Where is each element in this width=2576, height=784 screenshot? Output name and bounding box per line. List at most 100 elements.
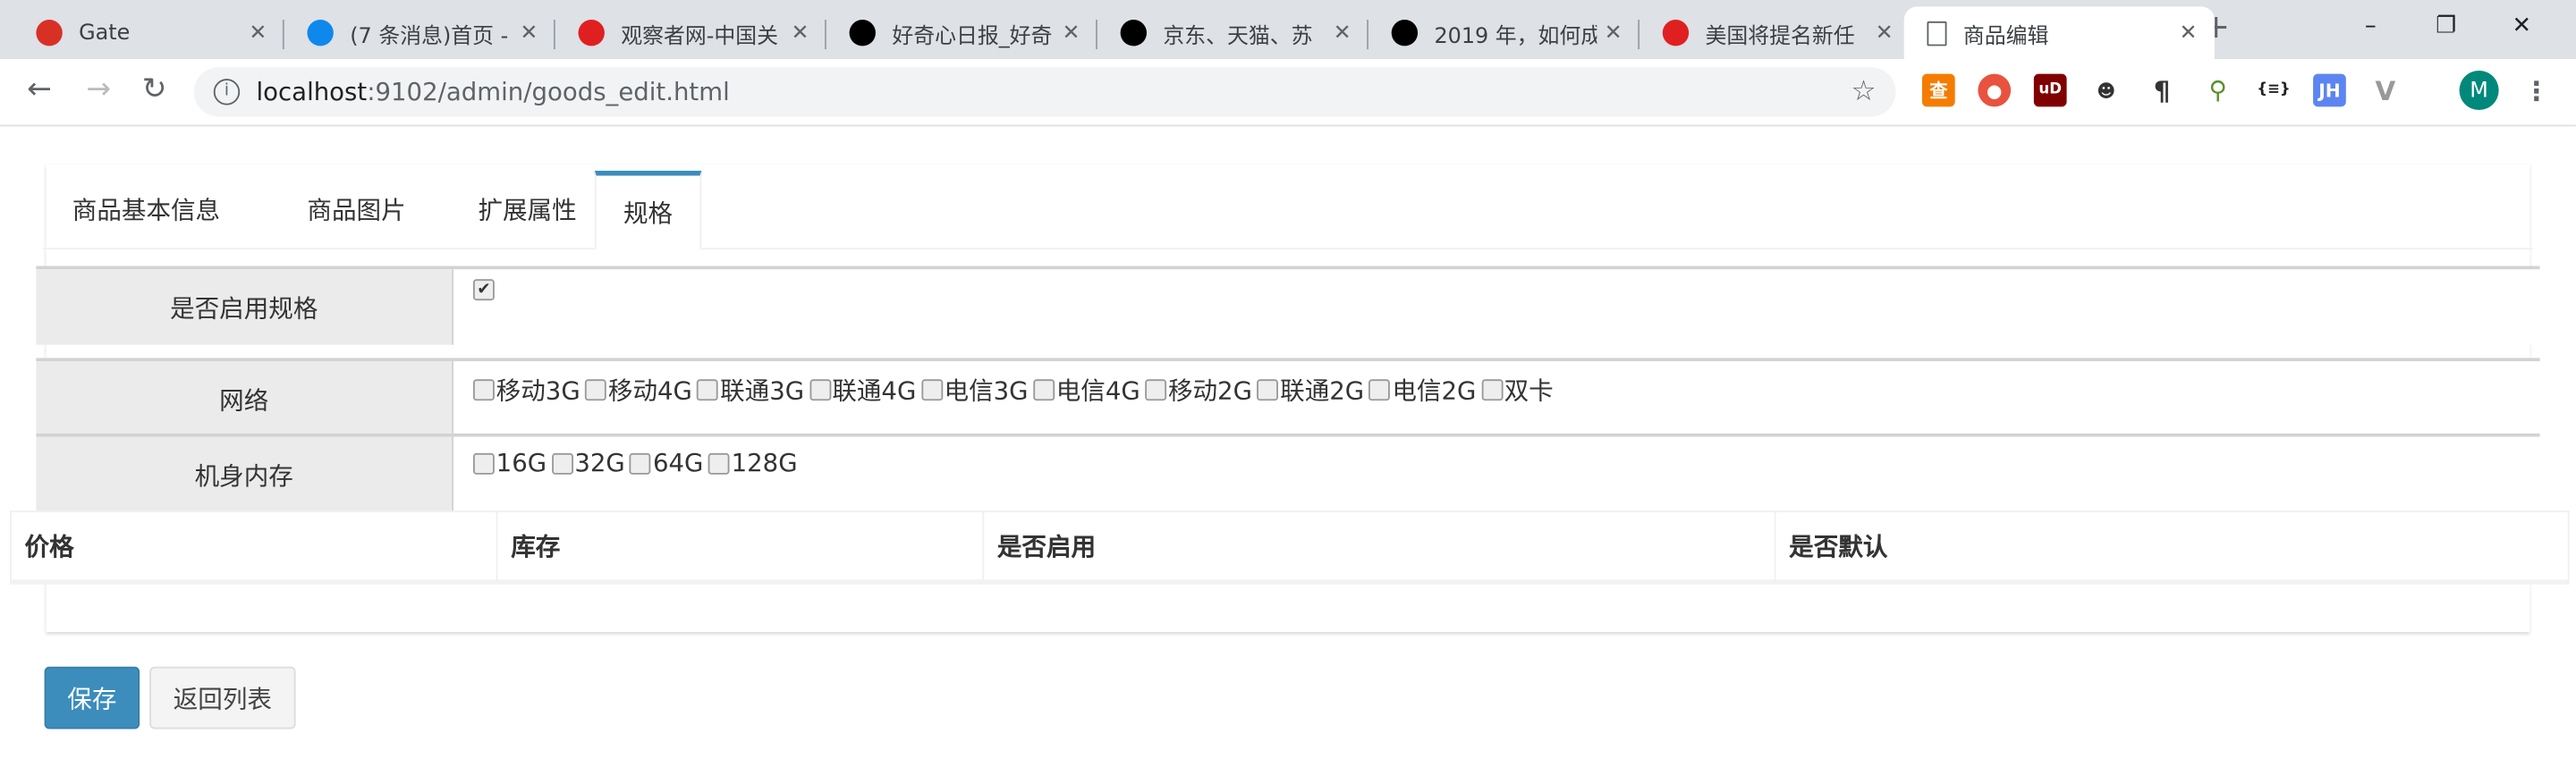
close-tab-icon[interactable]: ✕ [2172,21,2205,46]
column-header-price: 价格 [12,512,498,580]
restore-button[interactable]: ❐ [2409,0,2484,53]
spec-option-checkbox[interactable] [920,379,943,401]
spec-option-label: 移动3G [496,375,580,406]
browser-tab-title: Gate [79,20,131,46]
spec-option[interactable]: 128G [708,448,798,477]
spec-option[interactable]: 联通3G [697,373,804,408]
spec-options: 移动3G 移动4G 联通3G 联通4G 电信3G 电信4G 移动2G 联通2G 电信2G 双卡 [472,373,1558,408]
spec-option-label: 双卡 [1504,375,1554,406]
column-header-enabled: 是否启用 [984,512,1776,580]
gate-favicon [36,20,63,46]
browser-tab-title: 好奇心日报_好奇 [892,23,1053,49]
column-header-stock: 库存 [498,512,985,580]
ublock-icon[interactable]: uD [2033,73,2067,107]
spec-option[interactable]: 联通4G [809,373,916,408]
spec-option-checkbox[interactable] [1257,379,1279,401]
enable-spec-label: 是否启用规格 [36,269,453,345]
spec-option-checkbox[interactable] [472,379,495,401]
close-tab-icon[interactable]: ✕ [242,21,275,46]
url-path: :9102/admin/goods_edit.html [367,77,730,107]
spec-option-label: 电信2G [1392,375,1477,406]
spec-option-checkbox[interactable] [1033,379,1055,401]
browser-tab-title: 美国将提名新任 [1705,23,1855,49]
spy-extension-icon[interactable]: ☻ [2089,73,2123,107]
spec-option-label: 联通3G [720,375,805,406]
qdaily-favicon [1391,20,1419,46]
tab-spec[interactable]: 规格 [594,171,702,250]
pilcrow-extension-icon[interactable]: ¶ [2145,73,2179,107]
spec-option-label: 128G [731,448,798,478]
spec-option-checkbox[interactable] [551,452,573,474]
spec-option-label: 32G [574,448,625,478]
close-tab-icon[interactable]: ✕ [1326,21,1359,46]
browser-tab-title: 观察者网-中国关 [621,23,779,49]
vue-extension-icon[interactable]: V [2368,73,2402,107]
tab-basic-info[interactable]: 商品基本信息 [43,171,250,248]
browser-tab[interactable]: (7 条消息)首页 - ✕ [284,6,555,59]
browser-tab-strip: – ❐ ✕ + Gate ✕ (7 条消息)首页 - ✕ 观察者网-中国关 ✕ 好奇心日报_… [0,0,2576,60]
browser-tab[interactable]: 美国将提名新任 ✕ [1640,6,1911,59]
browser-tab-title: 京东、天猫、苏 [1163,23,1313,49]
jh-extension-icon[interactable]: JH [2313,73,2346,107]
cha-extension-icon[interactable]: 查 [1921,73,1955,107]
browser-tab[interactable]: Gate ✕ [13,6,284,59]
spec-option-checkbox[interactable] [809,379,831,401]
forward-icon[interactable]: → [79,72,118,107]
close-tab-icon[interactable]: ✕ [513,21,546,46]
info-icon[interactable]: i [213,79,241,105]
back-icon[interactable]: ← [20,72,59,107]
spec-option[interactable]: 电信4G [1033,373,1140,408]
guancha-favicon [1662,20,1690,46]
spec-row-memory: 机身内存 16G 32G 64G 128G [36,433,2540,513]
spec-option-checkbox[interactable] [472,452,495,474]
tab-images[interactable]: 商品图片 [267,171,447,248]
minimize-button[interactable]: – [2333,0,2408,53]
menu-icon[interactable]: ⋮ [2520,73,2554,107]
page-tabs: 商品基本信息 商品图片 扩展属性 规格 [42,171,2534,250]
spec-option[interactable]: 电信2G [1368,373,1477,408]
spec-option-checkbox[interactable] [630,452,652,474]
browser-tab[interactable]: 京东、天猫、苏 ✕ [1097,6,1368,59]
save-button[interactable]: 保存 [44,666,140,729]
back-to-list-button[interactable]: 返回列表 [149,666,296,729]
spec-option-label: 移动4G [607,375,692,406]
browser-tab[interactable]: 2019 年，如何成 ✕ [1368,6,1640,59]
spec-option[interactable]: 电信3G [920,373,1029,408]
enable-spec-checkbox[interactable]: ✔ [472,279,495,301]
spec-option-checkbox[interactable] [585,379,607,401]
close-tab-icon[interactable]: ✕ [784,21,817,46]
spec-option-label: 移动2G [1167,375,1252,406]
spec-option-checkbox[interactable] [1368,379,1391,401]
location-extension-icon[interactable]: ● [1978,73,2012,107]
spec-option[interactable]: 移动2G [1145,373,1252,408]
browser-tab[interactable]: 商品编辑 ✕ [1903,6,2215,60]
spec-option-checkbox[interactable] [1480,379,1503,401]
bookmark-star-icon[interactable]: ☆ [1852,75,1877,108]
close-tab-icon[interactable]: ✕ [1597,21,1630,46]
magnifier-extension-icon[interactable]: ⚲ [2201,73,2234,107]
spec-option[interactable]: 移动3G [472,373,580,408]
address-bar[interactable]: i localhost:9102/admin/goods_edit.html ☆ [193,67,1896,117]
spec-option[interactable]: 16G [472,448,547,477]
tab-extended-attributes[interactable]: 扩展属性 [450,171,605,248]
spec-option[interactable]: 双卡 [1480,373,1554,408]
close-window-button[interactable]: ✕ [2484,0,2559,53]
close-tab-icon[interactable]: ✕ [1055,21,1088,46]
profile-avatar[interactable]: M [2459,70,2499,111]
spec-option[interactable]: 64G [630,448,703,477]
spec-option[interactable]: 移动4G [585,373,692,408]
reload-icon[interactable]: ↻ [135,72,174,107]
spec-option-checkbox[interactable] [697,379,719,401]
close-tab-icon[interactable]: ✕ [1868,21,1901,46]
browser-tab[interactable]: 观察者网-中国关 ✕ [555,6,826,59]
browser-tab[interactable]: 好奇心日报_好奇 ✕ [826,6,1097,59]
spec-name: 网络 [36,361,453,437]
spec-option[interactable]: 32G [551,448,625,478]
spec-option-checkbox[interactable] [1145,379,1167,401]
json-extension-icon[interactable]: {≡} [2257,73,2291,107]
spec-options: 16G 32G 64G 128G [472,448,802,478]
spec-option-checkbox[interactable] [708,452,730,474]
browser-tab-title: 2019 年，如何成 [1434,23,1597,49]
spec-option[interactable]: 联通2G [1257,373,1364,408]
spec-name: 机身内存 [36,436,453,513]
